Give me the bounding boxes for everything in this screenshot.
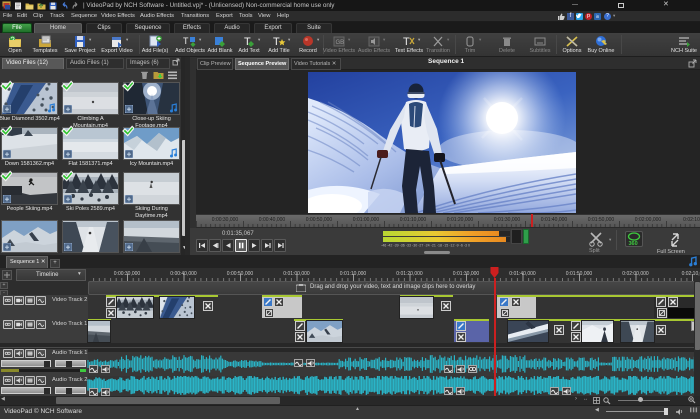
svg-text:0:01:00,000: 0:01:00,000 <box>283 271 310 277</box>
svg-text:T: T <box>183 36 189 46</box>
svg-text:0:00:40,000: 0:00:40,000 <box>170 271 197 277</box>
svg-text:0:02:10,00: 0:02:10,00 <box>683 217 700 223</box>
svg-text:Split: Split <box>589 248 600 253</box>
svg-text:0:00:40,000: 0:00:40,000 <box>259 217 286 223</box>
svg-text:0:02:10,0: 0:02:10,0 <box>682 271 700 277</box>
svg-text:0:01:20,000: 0:01:20,000 <box>447 217 474 223</box>
svg-text:0:02:00,000: 0:02:00,000 <box>622 271 649 277</box>
svg-text:0:01:50,000: 0:01:50,000 <box>588 217 615 223</box>
svg-text:Full Screen: Full Screen <box>657 249 685 254</box>
svg-text:0:01:50,000: 0:01:50,000 <box>566 271 593 277</box>
svg-text:0:01:30,000: 0:01:30,000 <box>453 271 480 277</box>
svg-text:T: T <box>273 36 280 48</box>
svg-text:GB: GB <box>336 40 345 46</box>
svg-text:0:01:40,000: 0:01:40,000 <box>509 271 536 277</box>
svg-text:0:00:50,000: 0:00:50,000 <box>306 217 333 223</box>
svg-text:0:00:30,000: 0:00:30,000 <box>212 217 239 223</box>
svg-text:0:01:40,000: 0:01:40,000 <box>541 217 568 223</box>
svg-text:0:01:10,000: 0:01:10,000 <box>340 271 367 277</box>
svg-text:0:01:00,000: 0:01:00,000 <box>353 217 380 223</box>
svg-text:T: T <box>403 36 410 48</box>
svg-text:0:02:00,000: 0:02:00,000 <box>635 217 662 223</box>
svg-text:360: 360 <box>629 241 638 246</box>
svg-text:0:01:20,000: 0:01:20,000 <box>396 271 423 277</box>
svg-text:T: T <box>244 36 251 48</box>
svg-text:0:01:10,000: 0:01:10,000 <box>400 217 427 223</box>
svg-text:0:00:50,000: 0:00:50,000 <box>227 271 254 277</box>
svg-text:0:01:30,000: 0:01:30,000 <box>494 217 521 223</box>
svg-text:0:00:30,000: 0:00:30,000 <box>114 271 141 277</box>
